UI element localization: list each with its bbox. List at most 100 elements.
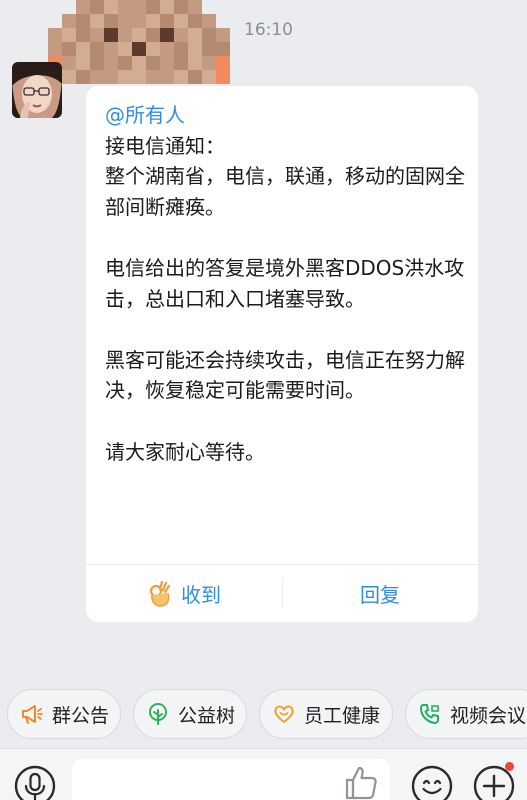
mosaic-pixel (62, 70, 76, 84)
mosaic-pixel (76, 14, 90, 28)
mosaic-pixel (174, 42, 188, 56)
mosaic-pixel (90, 28, 104, 42)
mosaic-pixel (202, 28, 216, 42)
reply-label: 回复 (360, 583, 400, 607)
mosaic-pixel (146, 0, 160, 14)
mosaic-pixel (118, 56, 132, 70)
shortcut-employee-health[interactable]: 员工健康 (259, 689, 393, 739)
mosaic-sticker (48, 0, 230, 86)
mosaic-pixel (76, 56, 90, 70)
mosaic-pixel (104, 56, 118, 70)
mosaic-pixel (132, 42, 146, 56)
message-body: @所有人 接电信通知： 整个湖南省，电信，联通，移动的固网全部间断瘫痪。 电信给… (105, 100, 467, 467)
mosaic-pixel (216, 70, 230, 84)
message-timestamp: 16:10 (244, 20, 293, 40)
reply-button[interactable]: 回复 (282, 565, 478, 622)
mosaic-pixel (160, 70, 174, 84)
mosaic-pixel (132, 56, 146, 70)
acknowledge-button[interactable]: 收到 (86, 565, 282, 622)
notification-dot (505, 762, 514, 771)
mosaic-pixel (132, 0, 146, 14)
mosaic-pixel (90, 70, 104, 84)
message-paragraph: 接电信通知： (105, 133, 225, 158)
heart-icon (274, 705, 294, 723)
mosaic-pixel (216, 56, 230, 70)
mosaic-pixel (216, 42, 230, 56)
mosaic-pixel (76, 42, 90, 56)
shortcut-video-meeting[interactable]: 视频会议 (405, 689, 527, 739)
mosaic-pixel (90, 0, 104, 14)
video-call-icon (420, 704, 439, 724)
mosaic-pixel (146, 14, 160, 28)
mosaic-pixel (216, 0, 230, 14)
message-paragraph: 黑客可能还会持续攻击，电信正在努力解决，恢复稳定可能需要时间。 (105, 347, 465, 403)
mosaic-pixel (104, 0, 118, 14)
acknowledge-label: 收到 (181, 583, 221, 607)
mosaic-pixel (160, 42, 174, 56)
microphone-icon[interactable] (13, 764, 57, 800)
mosaic-pixel (188, 42, 202, 56)
mosaic-pixel (48, 0, 62, 14)
mosaic-pixel (104, 28, 118, 42)
shortcut-charity-tree[interactable]: 公益树 (133, 689, 247, 739)
mosaic-pixel (202, 0, 216, 14)
mosaic-pixel (202, 56, 216, 70)
mosaic-pixel (48, 28, 62, 42)
message-bubble[interactable]: @所有人 接电信通知： 整个湖南省，电信，联通，移动的固网全部间断瘫痪。 电信给… (86, 86, 478, 622)
message-paragraph: 请大家耐心等待。 (105, 439, 265, 464)
shortcut-bar: 群公告 公益树 员工健康 视频会议 (0, 689, 527, 739)
mosaic-pixel (104, 70, 118, 84)
shortcut-group-notice[interactable]: 群公告 (7, 689, 121, 739)
chat-screen: 16:10 @所有人 接电信通知： 整个湖南省，电信，联通，移动的固网全部间断瘫… (0, 0, 527, 800)
thumbs-up-icon[interactable] (343, 764, 379, 800)
mosaic-pixel (118, 0, 132, 14)
avatar[interactable] (12, 62, 62, 118)
mosaic-pixel (62, 56, 76, 70)
mosaic-pixel (146, 70, 160, 84)
mosaic-pixel (90, 42, 104, 56)
mosaic-pixel (62, 0, 76, 14)
mosaic-pixel (160, 56, 174, 70)
mosaic-pixel (174, 28, 188, 42)
shortcut-label: 群公告 (52, 704, 110, 727)
mosaic-pixel (90, 14, 104, 28)
mosaic-pixel (76, 70, 90, 84)
mosaic-pixel (118, 42, 132, 56)
megaphone-icon (22, 705, 43, 724)
emoji-icon[interactable] (410, 764, 454, 800)
shortcut-label: 视频会议 (450, 704, 527, 727)
mosaic-pixel (76, 0, 90, 14)
mosaic-pixel (202, 70, 216, 84)
mosaic-pixel (118, 70, 132, 84)
mosaic-pixel (160, 28, 174, 42)
ok-hand-icon (149, 580, 171, 607)
mosaic-pixel (174, 56, 188, 70)
shortcut-label: 员工健康 (304, 704, 381, 727)
tree-icon (149, 703, 167, 725)
mosaic-pixel (202, 42, 216, 56)
profile-photo-illustration (12, 62, 62, 118)
mosaic-pixel (174, 14, 188, 28)
mosaic-pixel (118, 14, 132, 28)
mosaic-pixel (118, 28, 132, 42)
mosaic-pixel (146, 42, 160, 56)
mosaic-pixel (174, 70, 188, 84)
mosaic-pixel (132, 28, 146, 42)
mosaic-pixel (48, 42, 62, 56)
mosaic-pixel (62, 14, 76, 28)
mosaic-pixel (76, 28, 90, 42)
mosaic-pixel (174, 0, 188, 14)
mosaic-pixel (216, 14, 230, 28)
mosaic-pixel (62, 28, 76, 42)
mosaic-pixel (188, 0, 202, 14)
mosaic-pixel (104, 42, 118, 56)
shortcut-label: 公益树 (178, 704, 236, 727)
mosaic-pixel (132, 70, 146, 84)
mention-all-link[interactable]: @所有人 (105, 100, 467, 131)
mosaic-pixel (188, 28, 202, 42)
mosaic-pixel (216, 28, 230, 42)
mosaic-pixel (160, 0, 174, 14)
